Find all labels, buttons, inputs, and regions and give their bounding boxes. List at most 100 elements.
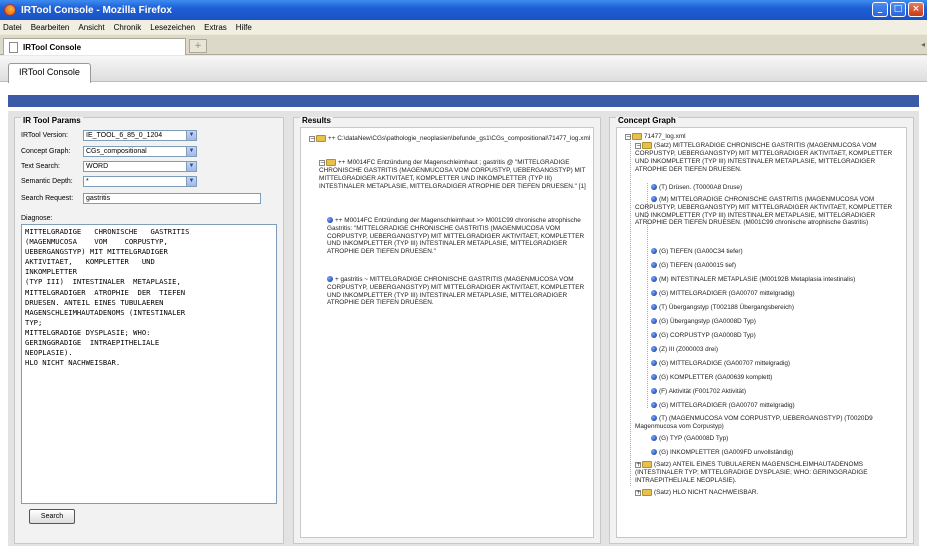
chevron-down-icon: ▼ [186, 131, 196, 140]
tree-node[interactable]: (G) MITTELGRADIGER (GA00707 mittelgradig… [651, 290, 795, 298]
version-label: IRTool Version: [21, 132, 68, 139]
node-icon [327, 276, 333, 283]
expand-icon[interactable]: + [635, 489, 641, 496]
node-icon [651, 332, 657, 339]
browser-tab-label: IRTool Console [23, 42, 82, 52]
tree-node[interactable]: (G) TIEFEN (GA00C34 tiefer) [651, 248, 743, 256]
maximize-icon[interactable]: □ [890, 2, 906, 17]
folder-icon [642, 461, 652, 468]
concept-graph-panel: Concept Graph −71477_log.xml − (Satz) MIT… [609, 117, 914, 544]
folder-icon [642, 489, 652, 496]
tree-node[interactable]: (M) MITTELGRADIGE CHRONISCHE GASTRITIS (… [635, 196, 905, 227]
tab-irtool-console[interactable]: IRTool Console [8, 63, 91, 83]
graph-label: Concept Graph: [21, 148, 71, 155]
diagnose-label: Diagnose: [21, 215, 53, 222]
window-title: IRTool Console - Mozilla Firefox [21, 4, 172, 16]
tree-node-satz[interactable]: + (Satz) ANTEIL EINES TUBULAEREN MAGENSCH… [635, 461, 897, 485]
tree-node[interactable]: (Z) III (Z000003 drei) [651, 346, 718, 354]
tree-node[interactable]: (G) MITTELGRADIGE (GA00707 mittelgradig) [651, 360, 790, 368]
depth-label: Semantic Depth: [21, 178, 73, 185]
chevron-down-icon: ▼ [186, 177, 196, 186]
node-icon [651, 388, 657, 395]
new-tab-icon[interactable]: + [189, 39, 207, 53]
version-select[interactable]: IE_TOOL_6_85_0_1204 ▼ [83, 130, 197, 141]
tree-line [630, 141, 631, 486]
node-icon [651, 435, 657, 442]
tree-node[interactable]: (F) Aktivität (F001702 Aktivität) [651, 388, 746, 396]
node-icon [651, 290, 657, 297]
node-icon [651, 360, 657, 367]
results-panel: Results − ++ C:\dataNew\CGs\pathologie_ne… [293, 117, 601, 544]
browser-tab-bar: IRTool Console + ◂ [0, 35, 927, 55]
collapse-icon[interactable]: − [635, 142, 641, 149]
tree-node[interactable]: − ++ C:\dataNew\CGs\pathologie_neoplasien… [309, 135, 593, 143]
folder-icon [642, 142, 652, 149]
node-icon [327, 217, 333, 224]
node-icon [651, 262, 657, 269]
tree-node[interactable]: (G) TIEFEN (GA00015 tief) [651, 262, 736, 270]
collapse-icon[interactable]: − [625, 133, 631, 140]
tree-node-satz[interactable]: − (Satz) MITTELGRADIGE CHRONISCHE GASTRIT… [635, 142, 905, 173]
depth-select[interactable]: * ▼ [83, 176, 197, 187]
folder-icon [316, 135, 326, 142]
concept-tree: −71477_log.xml − (Satz) MITTELGRADIGE CHR… [616, 127, 907, 538]
tree-node-satz[interactable]: + (Satz) HLO NICHT NACHWEISBAR. [635, 489, 758, 497]
params-title: IR Tool Params [21, 116, 83, 125]
tree-node[interactable]: (G) Übergangstyp (GA0008D Typ) [651, 318, 756, 326]
collapse-icon[interactable]: − [319, 159, 325, 166]
header-band [8, 95, 919, 107]
node-icon [651, 374, 657, 381]
tree-node[interactable]: (G) TYP (GA0008D Typ) [651, 435, 728, 443]
search-request-input[interactable]: gastritis [83, 193, 261, 204]
chevron-down-icon: ▼ [186, 147, 196, 156]
menu-extras[interactable]: Extras [204, 23, 227, 32]
search-button[interactable]: Search [29, 509, 75, 524]
browser-tab[interactable]: IRTool Console [3, 38, 186, 55]
menu-chronik[interactable]: Chronik [114, 23, 142, 32]
firefox-icon [4, 4, 16, 16]
tree-node[interactable]: (G) INKOMPLETTER (GA009FD unvollständig) [651, 449, 793, 457]
node-icon [651, 318, 657, 325]
collapse-icon[interactable]: − [309, 135, 315, 142]
tree-node[interactable]: ++ M0014FC Entzündung der Magenschleimha… [327, 217, 589, 256]
request-label: Search Request: [21, 195, 74, 202]
graph-title: Concept Graph [616, 116, 678, 125]
page-icon [9, 41, 18, 53]
tree-node[interactable]: (G) CORPUSTYP (GA0008D Typ) [651, 332, 756, 340]
node-icon [651, 449, 657, 456]
title-bar: IRTool Console - Mozilla Firefox _ □ × [0, 0, 927, 20]
tree-node[interactable]: − ++ M0014FC Entzündung der Magenschleimh… [319, 159, 591, 190]
diagnose-textarea[interactable]: MITTELGRADIGE CHRONISCHE GASTRITIS (MAGE… [21, 224, 277, 504]
folder-icon [326, 159, 336, 166]
browser-window: IRTool Console - Mozilla Firefox _ □ × D… [0, 0, 927, 546]
expand-icon[interactable]: + [635, 461, 641, 468]
node-icon [651, 415, 657, 422]
tree-node[interactable]: + gastritis ~ MITTELGRADIGE CHRONISCHE G… [327, 276, 589, 307]
close-icon[interactable]: × [908, 2, 924, 17]
textsearch-select[interactable]: WORD ▼ [83, 161, 197, 172]
tab-list-icon[interactable]: ◂ [921, 40, 925, 49]
content-area: IR Tool Params IRTool Version: IE_TOOL_6… [8, 111, 919, 546]
chevron-down-icon: ▼ [186, 162, 196, 171]
app-tab-bar: IRTool Console [0, 56, 927, 83]
minimize-icon[interactable]: _ [872, 2, 888, 17]
tree-node[interactable]: (G) KOMPLETTER (GA00639 komplett) [651, 374, 772, 382]
tree-node[interactable]: (M) INTESTINALER METAPLASIE (M00192B Met… [651, 276, 855, 284]
menu-lesezeichen[interactable]: Lesezeichen [150, 23, 195, 32]
app-area: IRTool Console IR Tool Params IRTool Ver… [0, 56, 927, 546]
node-icon [651, 196, 657, 203]
tree-node[interactable]: (T) Übergangstyp (T002188 Übergangsberei… [651, 304, 794, 312]
menu-ansicht[interactable]: Ansicht [78, 23, 104, 32]
graph-select[interactable]: CGs_compositional ▼ [83, 146, 197, 157]
tree-node-root[interactable]: −71477_log.xml [625, 133, 686, 141]
menu-bearbeiten[interactable]: Bearbeiten [31, 23, 70, 32]
node-icon [651, 248, 657, 255]
menu-datei[interactable]: Datei [3, 23, 22, 32]
tree-node[interactable]: (G) MITTELGRADIGER (GA00707 mittelgradig… [651, 402, 795, 410]
tree-node[interactable]: (T) Drüsen. (T0000A8 Druse) [651, 184, 742, 192]
menu-hilfe[interactable]: Hilfe [236, 23, 252, 32]
folder-icon [632, 133, 642, 140]
node-icon [651, 276, 657, 283]
node-icon [651, 304, 657, 311]
tree-node[interactable]: (T) (MAGENMUCOSA VOM CORPUSTYP, UEBERGAN… [635, 415, 897, 431]
